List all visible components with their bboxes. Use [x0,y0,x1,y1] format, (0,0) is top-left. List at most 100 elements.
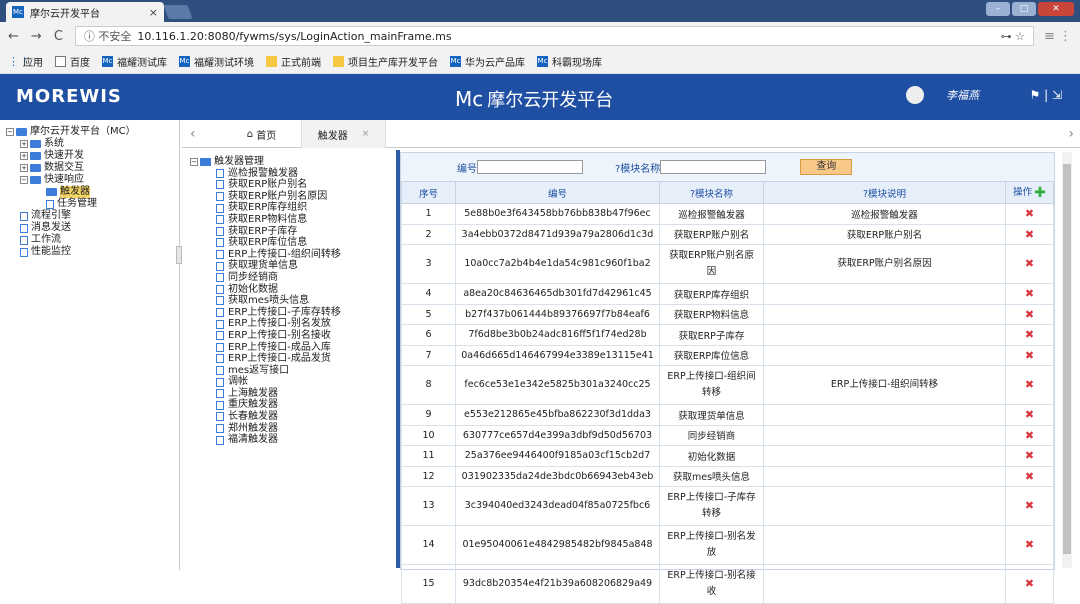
table-row[interactable]: 6 7f6d8be3b0b24adc816ff5f1f74ed28b 获取ERP子库… [401,324,1054,346]
trigger-tree-item[interactable]: 福清触发器 [190,434,395,446]
delete-icon[interactable]: ✖ [1005,244,1054,284]
delete-icon[interactable]: ✖ [1005,324,1054,346]
tab-scroll-left-icon[interactable]: ‹ [190,126,196,142]
table-row[interactable]: 15 93dc8b20354e4f21b39a608206829a49 ERP上传接… [401,564,1054,604]
trigger-tree-item[interactable]: 获取理货单信息 [190,260,395,272]
sidebar-item[interactable]: 触发器 [6,186,179,198]
trigger-tree-item[interactable]: 获取ERP子库存 [190,226,395,238]
avatar[interactable] [906,86,924,104]
sidebar-item[interactable]: 工作流 [6,234,179,246]
tab-trigger[interactable]: 触发器 × [302,120,386,148]
trigger-tree-item[interactable]: 获取mes喷头信息 [190,295,395,307]
table-row[interactable]: 7 0a46d665d146467994e3389e13115e41 获取ERP库位… [401,344,1054,366]
minimize-icon[interactable]: – [986,2,1010,16]
trigger-tree-item[interactable]: 上海触发器 [190,388,395,400]
sidebar-item[interactable]: + 系统 [6,138,179,150]
table-row[interactable]: 13 3c394040ed3243dead04f85a0725fbc6 ERP上传接… [401,486,1054,526]
module-name-input[interactable] [660,160,767,174]
bookmark-item[interactable]: 百度 [55,54,90,69]
collapse-icon[interactable]: − [6,128,14,136]
forward-icon[interactable]: → [31,29,42,44]
insecure-label[interactable]: ⓘ 不安全 [84,28,132,44]
back-icon[interactable]: ← [8,29,19,44]
trigger-tree-item[interactable]: mes返写接口 [190,365,395,377]
trigger-tree-item[interactable]: 获取ERP物料信息 [190,214,395,226]
expand-icon[interactable]: + [20,152,28,160]
sidebar-item[interactable]: 消息发送 [6,222,179,234]
browser-tab[interactable]: Mc 摩尔云开发平台 × [6,2,164,22]
trigger-tree-item[interactable]: 调帐 [190,376,395,388]
table-row[interactable]: 10 630777ce657d4e399a3dbf9d50d56703 同步经销商 ✖ [401,424,1054,446]
delete-icon[interactable]: ✖ [1005,445,1054,467]
code-input[interactable] [477,160,583,174]
close-window-icon[interactable]: ✕ [1038,2,1074,16]
collapse-icon[interactable]: − [190,157,198,166]
bookmark-item[interactable]: Mc 华为云产品库 [450,54,525,69]
delete-icon[interactable]: ✖ [1005,283,1054,305]
collapse-icon[interactable]: − [20,176,28,184]
table-row[interactable]: 12 031902335da24de3bdc0b66943eb43eb 获取mes喷… [401,465,1054,487]
trigger-tree-item[interactable]: ERP上传接口-子库存转移 [190,307,395,319]
table-row[interactable]: 9 e553e212865e45bfba862230f3d1dda3 获取理货单信息… [401,404,1054,426]
trigger-tree-item[interactable]: 巡检报警触发器 [190,168,395,180]
delete-icon[interactable]: ✖ [1005,486,1054,526]
trigger-tree-item[interactable]: 长春触发器 [190,411,395,423]
delete-icon[interactable]: ✖ [1005,564,1054,604]
trigger-tree-item[interactable]: ERP上传接口-成品发货 [190,353,395,365]
close-tab-icon[interactable]: × [149,6,158,19]
trigger-tree-item[interactable]: 郑州触发器 [190,423,395,435]
delete-icon[interactable]: ✖ [1005,424,1054,446]
sidebar-item[interactable]: 流程引擎 [6,210,179,222]
sidebar-item[interactable]: 任务管理 [6,198,179,210]
query-button[interactable]: 查询 [800,159,853,175]
table-row[interactable]: 3 10a0cc7a2b4b4e1da54c981c960f1ba2 获取ERP账户… [401,244,1054,284]
sidebar-item[interactable]: 性能监控 [6,246,179,258]
header-icons[interactable]: ⚑ | ⇲ [1030,88,1062,102]
trigger-tree-item[interactable]: 获取ERP库存组织 [190,202,395,214]
bookmark-star-icon[interactable]: ⊶ ☆ [1001,30,1025,43]
delete-icon[interactable]: ✖ [1005,223,1054,245]
table-row[interactable]: 2 3a4ebb0372d8471d939a79a2806d1c3d 获取ERP账户… [401,223,1054,245]
trigger-tree-item[interactable]: ERP上传接口-组织间转移 [190,249,395,261]
table-row[interactable]: 11 25a376ee9446400f9185a03cf15cb2d7 初始化数据 ✖ [401,445,1054,467]
bookmark-item[interactable]: Mc 福耀测试环境 [179,54,254,69]
tab-home[interactable]: ⌂ 首页 [222,120,302,148]
sidebar-item[interactable]: − 快速响应 [6,174,179,186]
add-icon[interactable]: ✚ [1034,185,1046,201]
expand-icon[interactable]: + [20,140,28,148]
maximize-icon[interactable]: □ [1012,2,1036,16]
new-tab-button[interactable] [163,5,193,19]
scrollbar[interactable] [1062,152,1072,568]
table-row[interactable]: 4 a8ea20c84636465db301fd7d42961c45 获取ERP库存… [401,283,1054,305]
trigger-tree-item[interactable]: 初始化数据 [190,284,395,296]
reload-icon[interactable]: C [54,29,63,44]
table-row[interactable]: 5 b27f437b061444b89376697f7b84eaf6 获取ERP物料… [401,303,1054,325]
bookmark-item[interactable]: Mc 福耀测试库 [102,54,167,69]
delete-icon[interactable]: ✖ [1005,203,1054,225]
bookmark-item[interactable]: 项目生产库开发平台 [333,54,438,69]
sidebar-item[interactable]: + 快速开发 [6,150,179,162]
browser-menu-icon[interactable]: ≡ ⋮ [1044,29,1072,44]
trigger-tree-item[interactable]: 同步经销商 [190,272,395,284]
close-tab-icon[interactable]: × [362,129,370,139]
trigger-tree-item[interactable]: ERP上传接口-别名接收 [190,330,395,342]
table-row[interactable]: 1 5e88b0e3f643458bb76bb838b47f96ec 巡检报警触发器… [401,203,1054,225]
trigger-tree-item[interactable]: ERP上传接口-成品入库 [190,342,395,354]
bookmark-item[interactable]: Mc 科霸现场库 [537,54,602,69]
delete-icon[interactable]: ✖ [1005,344,1054,366]
trigger-tree-root[interactable]: − 触发器管理 [190,156,395,168]
trigger-tree-item[interactable]: ERP上传接口-别名发放 [190,318,395,330]
trigger-tree-item[interactable]: 重庆触发器 [190,399,395,411]
scrollbar-thumb[interactable] [1063,164,1071,554]
tab-scroll-right-icon[interactable]: › [1068,126,1074,142]
bookmark-item[interactable]: ⋮⋮ 应用 [8,54,43,69]
user-info[interactable]: 李福燕 [906,86,979,104]
sidebar-item[interactable]: + 数据交互 [6,162,179,174]
table-row[interactable]: 14 01e95040061e4842985482bf9845a848 ERP上传接… [401,525,1054,565]
bookmark-item[interactable]: 正式前端 [266,54,321,69]
url-field[interactable]: ⓘ 不安全 10.116.1.20:8080/fywms/sys/LoginAc… [74,26,1034,46]
trigger-tree-item[interactable]: 获取ERP账户别名 [190,179,395,191]
trigger-tree-item[interactable]: 获取ERP账户别名原因 [190,191,395,203]
trigger-tree-item[interactable]: 获取ERP库位信息 [190,237,395,249]
delete-icon[interactable]: ✖ [1005,303,1054,325]
